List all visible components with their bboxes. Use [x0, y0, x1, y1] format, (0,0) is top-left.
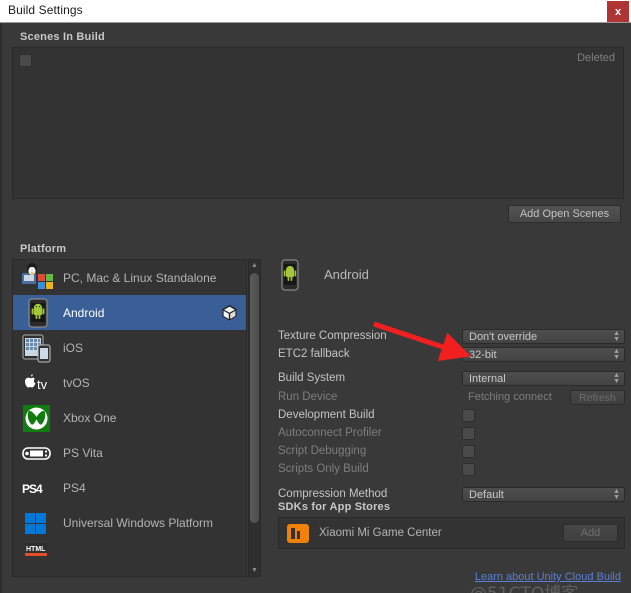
scroll-down-icon[interactable]: ▼	[249, 565, 260, 576]
texture-compression-label: Texture Compression	[278, 330, 387, 342]
title-bar: Build Settings x	[0, 0, 631, 23]
sdks-for-app-stores-label: SDKs for App Stores	[278, 501, 391, 513]
window-title: Build Settings	[8, 3, 83, 17]
svg-text:HTML: HTML	[26, 546, 46, 553]
platform-list[interactable]: PC, Mac & Linux Standalone Android iOS t…	[12, 259, 247, 577]
windows-icon	[21, 508, 55, 538]
psvita-icon	[21, 438, 55, 468]
svg-text:PS4: PS4	[22, 482, 43, 496]
etc2-fallback-label: ETC2 fallback	[278, 348, 350, 360]
autoconnect-profiler-row: Autoconnect Profiler	[278, 426, 625, 443]
scripts-only-build-label: Scripts Only Build	[278, 463, 369, 475]
platform-list-scrollbar[interactable]: ▲ ▼	[248, 259, 261, 577]
run-device-row: Run Device Fetching connect Refresh	[278, 390, 625, 407]
close-icon[interactable]: x	[607, 1, 629, 22]
platform-item-android[interactable]: Android	[13, 295, 246, 330]
platform-item-standalone[interactable]: PC, Mac & Linux Standalone	[13, 260, 246, 295]
script-debugging-label: Script Debugging	[278, 445, 367, 457]
platform-item-ps-vita[interactable]: PS Vita	[13, 435, 246, 470]
unity-active-target-icon	[221, 304, 238, 321]
platform-item-label: tvOS	[63, 375, 90, 390]
script-debugging-checkbox[interactable]	[462, 445, 475, 458]
scroll-up-icon[interactable]: ▲	[249, 260, 260, 271]
compression-method-label: Compression Method	[278, 488, 388, 500]
webgl-html5-icon: HTML	[21, 542, 55, 573]
scenes-in-build-label: Scenes In Build	[20, 31, 105, 43]
platform-item-tvos[interactable]: tv tvOS	[13, 365, 246, 400]
etc2-fallback-row: ETC2 fallback 32-bit ▲ ▼	[278, 347, 625, 364]
development-build-label: Development Build	[278, 409, 375, 421]
build-settings-window: Build Settings x Scenes In Build Deleted…	[0, 0, 631, 593]
ios-icon	[21, 333, 55, 363]
platform-item-label: PS4	[63, 480, 86, 495]
texture-compression-dropdown[interactable]: Don't override ▲ ▼	[462, 329, 625, 344]
scripts-only-build-row: Scripts Only Build	[278, 462, 625, 479]
autoconnect-profiler-label: Autoconnect Profiler	[278, 427, 382, 439]
etc2-fallback-value: 32-bit	[469, 349, 497, 361]
mi-logo-icon	[287, 523, 309, 543]
compression-method-dropdown[interactable]: Default ▲ ▼	[462, 487, 625, 502]
chevron-updown-icon: ▲ ▼	[613, 488, 620, 501]
scene-status-label: Deleted	[577, 52, 615, 64]
sdk-row-xiaomi[interactable]: Xiaomi Mi Game Center Add	[279, 518, 624, 548]
compression-method-value: Default	[469, 489, 504, 501]
sdk-name-label: Xiaomi Mi Game Center	[319, 527, 442, 539]
svg-text:tv: tv	[37, 377, 48, 392]
chevron-updown-icon: ▲ ▼	[613, 372, 620, 385]
run-device-value: Fetching connect	[468, 391, 552, 403]
scenes-list[interactable]: Deleted	[12, 47, 624, 199]
target-header: Android	[278, 259, 369, 291]
refresh-button[interactable]: Refresh	[570, 390, 625, 405]
scripts-only-build-checkbox[interactable]	[462, 463, 475, 476]
scene-enabled-checkbox[interactable]	[19, 54, 32, 67]
chevron-updown-icon: ▲ ▼	[613, 330, 620, 343]
build-system-row: Build System Internal ▲ ▼	[278, 371, 625, 388]
ps4-icon: PS4	[21, 473, 55, 503]
unity-cloud-build-link[interactable]: Learn about Unity Cloud Build	[475, 571, 621, 583]
tvos-icon: tv	[21, 368, 55, 398]
build-system-dropdown[interactable]: Internal ▲ ▼	[462, 371, 625, 386]
chevron-updown-icon: ▲ ▼	[613, 348, 620, 361]
add-open-scenes-button[interactable]: Add Open Scenes	[508, 205, 621, 223]
platform-item-universal-windows-platform[interactable]: Universal Windows Platform	[13, 505, 246, 540]
scene-row[interactable]: Deleted	[13, 50, 623, 70]
android-icon	[278, 259, 312, 291]
platform-item-ps4[interactable]: PS4 PS4	[13, 470, 246, 505]
platform-item-label: Android	[63, 305, 105, 320]
development-build-checkbox[interactable]	[462, 409, 475, 422]
platform-item-webgl[interactable]: HTML	[13, 540, 246, 575]
target-name-label: Android	[324, 266, 369, 282]
development-build-row: Development Build	[278, 408, 625, 425]
platform-item-label: iOS	[63, 340, 84, 355]
texture-compression-row: Texture Compression Don't override ▲ ▼	[278, 329, 625, 346]
etc2-fallback-dropdown[interactable]: 32-bit ▲ ▼	[462, 347, 625, 362]
window-body: Scenes In Build Deleted Add Open Scenes …	[0, 23, 631, 593]
platform-label: Platform	[20, 243, 67, 255]
standalone-icon	[21, 262, 55, 293]
platform-item-label: PC, Mac & Linux Standalone	[63, 270, 217, 285]
platform-item-label: PS Vita	[63, 445, 103, 460]
script-debugging-row: Script Debugging	[278, 444, 625, 461]
build-system-value: Internal	[469, 373, 506, 385]
sdks-list: Xiaomi Mi Game Center Add	[278, 517, 625, 549]
platform-item-label: Xbox One	[63, 410, 117, 425]
sdk-add-button[interactable]: Add	[563, 524, 618, 542]
texture-compression-value: Don't override	[469, 331, 538, 343]
autoconnect-profiler-checkbox[interactable]	[462, 427, 475, 440]
platform-item-ios[interactable]: iOS	[13, 330, 246, 365]
platform-item-label: Universal Windows Platform	[63, 515, 214, 530]
xbox-icon	[21, 403, 55, 433]
scrollbar-thumb[interactable]	[250, 273, 259, 523]
android-icon	[21, 298, 55, 328]
platform-item-xbox-one[interactable]: Xbox One	[13, 400, 246, 435]
run-device-label: Run Device	[278, 391, 338, 403]
build-system-label: Build System	[278, 372, 346, 384]
